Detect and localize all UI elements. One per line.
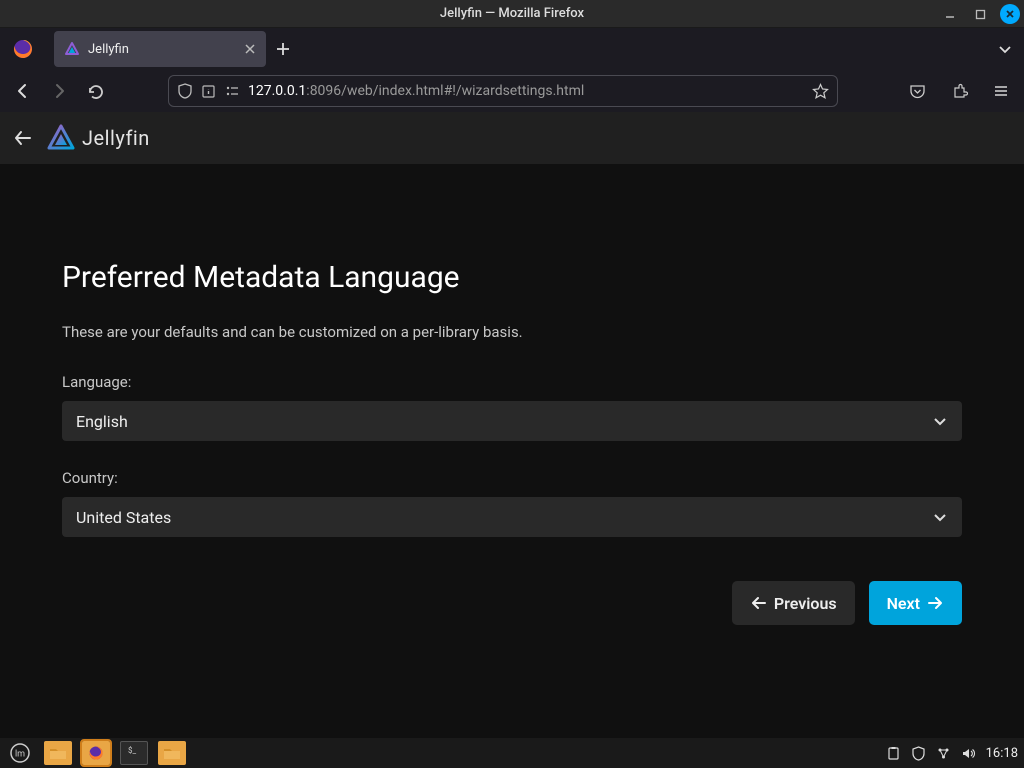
country-select[interactable]: United States [62, 497, 962, 537]
chevron-down-icon [932, 509, 948, 525]
panel-clock[interactable]: 16:18 [986, 746, 1018, 761]
arrow-left-icon [750, 594, 768, 612]
clipboard-tray-icon[interactable] [886, 746, 901, 761]
browser-tab[interactable]: Jellyfin [54, 31, 266, 67]
app-menu-button[interactable] [986, 76, 1016, 106]
jellyfin-brand-text: Jellyfin [82, 126, 150, 150]
language-select-value: English [76, 412, 128, 431]
previous-button-label: Previous [774, 594, 837, 613]
volume-tray-icon[interactable] [961, 746, 976, 761]
firefox-logo-icon [12, 38, 34, 60]
window-title: Jellyfin — Mozilla Firefox [440, 6, 584, 21]
window-minimize-button[interactable] [940, 4, 960, 24]
shield-icon[interactable] [177, 83, 193, 99]
start-menu-button[interactable]: lm [6, 741, 34, 765]
language-select[interactable]: English [62, 401, 962, 441]
terminal-launcher[interactable]: $_ [120, 741, 148, 765]
chevron-down-icon [932, 413, 948, 429]
next-button-label: Next [887, 594, 920, 613]
page-description: These are your defaults and can be custo… [62, 323, 962, 341]
back-button[interactable] [8, 76, 38, 106]
browser-tab-label: Jellyfin [88, 42, 236, 57]
browser-toolbar: 127.0.0.1:8096/web/index.html#!/wizardse… [0, 70, 1024, 112]
url-bar[interactable]: 127.0.0.1:8096/web/index.html#!/wizardse… [168, 75, 838, 107]
tab-close-button[interactable] [244, 43, 256, 55]
extensions-icon[interactable] [944, 76, 974, 106]
file-manager-launcher[interactable] [44, 741, 72, 765]
firefox-taskbar-button[interactable] [82, 741, 110, 765]
bookmark-star-icon[interactable] [812, 83, 829, 100]
forward-button[interactable] [44, 76, 74, 106]
permissions-icon[interactable] [224, 83, 240, 99]
security-tray-icon[interactable] [911, 746, 926, 761]
window-close-button[interactable] [1000, 4, 1020, 24]
jellyfin-logo-icon [46, 123, 76, 153]
arrow-right-icon [926, 594, 944, 612]
language-label: Language: [62, 373, 962, 391]
new-tab-button[interactable] [276, 42, 290, 56]
url-text: 127.0.0.1:8096/web/index.html#!/wizardse… [248, 83, 804, 99]
country-select-value: United States [76, 508, 171, 527]
country-label: Country: [62, 469, 962, 487]
network-tray-icon[interactable] [936, 746, 951, 761]
site-info-icon[interactable] [201, 84, 216, 99]
page-title: Preferred Metadata Language [62, 260, 962, 295]
previous-button[interactable]: Previous [732, 581, 855, 625]
jellyfin-favicon-icon [64, 41, 80, 57]
window-titlebar: Jellyfin — Mozilla Firefox [0, 0, 1024, 28]
next-button[interactable]: Next [869, 581, 962, 625]
window-maximize-button[interactable] [970, 4, 990, 24]
pocket-icon[interactable] [902, 76, 932, 106]
jellyfin-header: Jellyfin [0, 112, 1024, 164]
os-panel: lm $_ 16:18 [0, 738, 1024, 768]
reload-button[interactable] [80, 76, 110, 106]
jellyfin-logo[interactable]: Jellyfin [46, 123, 150, 153]
browser-tab-strip: Jellyfin [0, 28, 1024, 70]
svg-text:$_: $_ [128, 746, 136, 755]
svg-text:lm: lm [15, 750, 25, 760]
jellyfin-back-button[interactable] [12, 127, 34, 149]
tabs-dropdown-button[interactable] [998, 42, 1012, 56]
folder-launcher[interactable] [158, 741, 186, 765]
jellyfin-wizard-page: Preferred Metadata Language These are yo… [0, 164, 1024, 738]
